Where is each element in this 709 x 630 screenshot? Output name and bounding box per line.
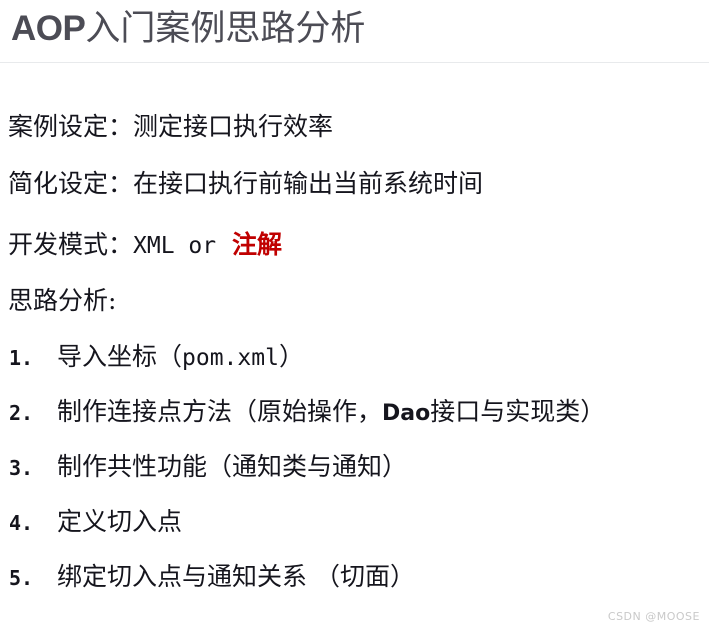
paragraph-case-setting: 案例设定：测定接口执行效率 — [8, 110, 333, 144]
list-item: 1. 导入坐标（pom.xml） — [0, 340, 709, 395]
list-item: 3. 制作共性功能（通知类与通知） — [0, 450, 709, 505]
paragraph-dev-mode: 开发模式：XML or 注解 — [8, 228, 282, 263]
list-item-text: 制作共性功能（通知类与通知） — [57, 450, 407, 484]
paragraph-simplified-setting: 简化设定：在接口执行前输出当前系统时间 — [8, 167, 483, 201]
paragraph-simplified-setting-value: 在接口执行前输出当前系统时间 — [133, 169, 484, 198]
list-item-number: 2. — [9, 401, 34, 425]
list-item-text-prefix: 导入坐标（ — [57, 342, 183, 371]
list-item-number: 1. — [9, 346, 34, 370]
list-item-text: 定义切入点 — [57, 505, 182, 539]
list-item: 4. 定义切入点 — [0, 505, 709, 560]
paragraph-dev-mode-label: 开发模式： — [8, 230, 134, 259]
list-item-text: 绑定切入点与通知关系 （切面） — [57, 560, 415, 594]
page-title-latin: AOP — [11, 9, 86, 48]
list-item: 5. 绑定切入点与通知关系 （切面） — [0, 560, 709, 615]
list-item-number: 5. — [9, 566, 34, 590]
steps-list: 1. 导入坐标（pom.xml） 2. 制作连接点方法（原始操作，Dao接口与实… — [0, 340, 709, 615]
list-item-number: 4. — [9, 511, 34, 535]
list-item-text: 导入坐标（pom.xml） — [57, 340, 304, 375]
list-item-text-prefix: 定义切入点 — [57, 507, 183, 536]
title-divider — [0, 62, 709, 63]
paragraph-case-setting-value: 测定接口执行效率 — [133, 112, 334, 141]
list-item-text-suffix: 接口与实现类） — [430, 397, 606, 426]
paragraph-simplified-setting-label: 简化设定： — [8, 169, 134, 198]
page-title-cjk: 入门案例思路分析 — [85, 9, 366, 49]
paragraph-case-setting-label: 案例设定： — [8, 112, 134, 141]
document-page: { "colors": { "background": "#ffffff", "… — [0, 0, 709, 630]
paragraph-dev-mode-annotation-option: 注解 — [232, 230, 283, 259]
list-item-text-prefix: 制作共性功能（通知类与通知） — [57, 452, 408, 481]
paragraph-dev-mode-xml-option: XML or — [133, 233, 217, 259]
watermark: CSDN @MOOSE — [607, 610, 700, 623]
paragraph-analysis-heading: 思路分析: — [8, 284, 116, 318]
paragraph-analysis-heading-label: 思路分析: — [8, 286, 117, 315]
list-item-text: 制作连接点方法（原始操作，Dao接口与实现类） — [57, 395, 605, 431]
list-item-code-dao: Dao — [382, 401, 431, 426]
list-item-text-suffix: ） — [278, 342, 304, 371]
list-item-text-prefix: 制作连接点方法（原始操作， — [57, 397, 383, 426]
list-item-code-pom-xml: pom.xml — [182, 345, 279, 371]
list-item: 2. 制作连接点方法（原始操作，Dao接口与实现类） — [0, 395, 709, 450]
list-item-number: 3. — [9, 456, 34, 480]
page-title: AOP入门案例思路分析 — [11, 6, 365, 52]
list-item-text-prefix: 绑定切入点与通知关系 （切面） — [57, 562, 415, 591]
